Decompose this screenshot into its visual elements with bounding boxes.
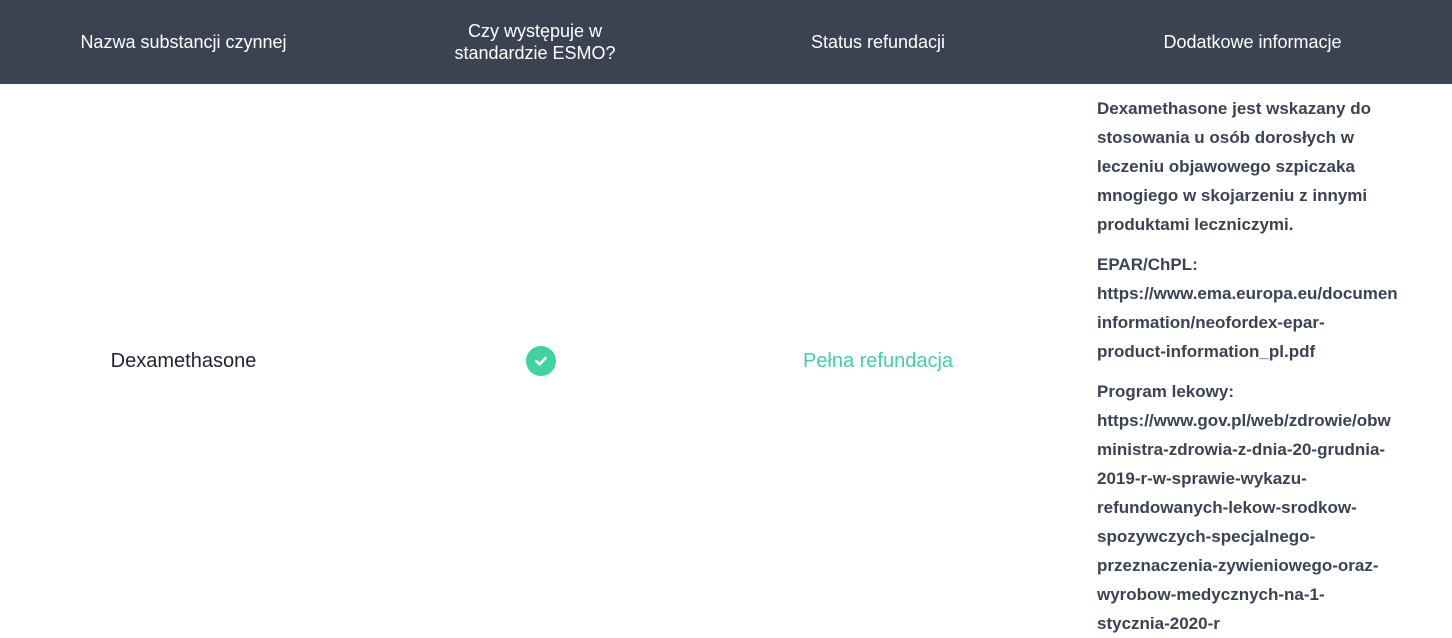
program-label: Program lekowy: <box>1097 382 1234 401</box>
epar-section: EPAR/ChPL: https://www.ema.europa.eu/doc… <box>1097 250 1452 366</box>
program-section: Program lekowy: https://www.gov.pl/web/z… <box>1097 377 1452 638</box>
program-link[interactable]: https://www.gov.pl/web/zdrowie/obw minis… <box>1097 411 1391 633</box>
header-refund-status: Status refundacji <box>810 32 946 52</box>
checkmark-icon <box>535 356 547 366</box>
refund-status: Pełna refundacja <box>802 349 954 372</box>
table-row: Dexamethasone Pełna refundacja Dexametha… <box>0 84 1452 638</box>
esmo-cell <box>367 84 703 638</box>
substance-name: Dexamethasone <box>110 349 257 372</box>
table-header: Nazwa substancji czynnej Czy występuje w… <box>0 0 1452 84</box>
check-circle-icon <box>526 346 556 376</box>
header-esmo-standard: Czy występuje w standardzie ESMO? <box>454 21 616 63</box>
epar-link[interactable]: https://www.ema.europa.eu/documen inform… <box>1097 284 1398 361</box>
header-additional-info: Dodatkowe informacje <box>1163 32 1342 52</box>
epar-label: EPAR/ChPL: <box>1097 255 1198 274</box>
info-description: Dexamethasone jest wskazany do stosowani… <box>1097 99 1372 234</box>
header-substance-name: Nazwa substancji czynnej <box>80 32 287 52</box>
refund-table: Nazwa substancji czynnej Czy występuje w… <box>0 0 1452 638</box>
additional-info: Dexamethasone jest wskazany do stosowani… <box>1097 94 1452 638</box>
